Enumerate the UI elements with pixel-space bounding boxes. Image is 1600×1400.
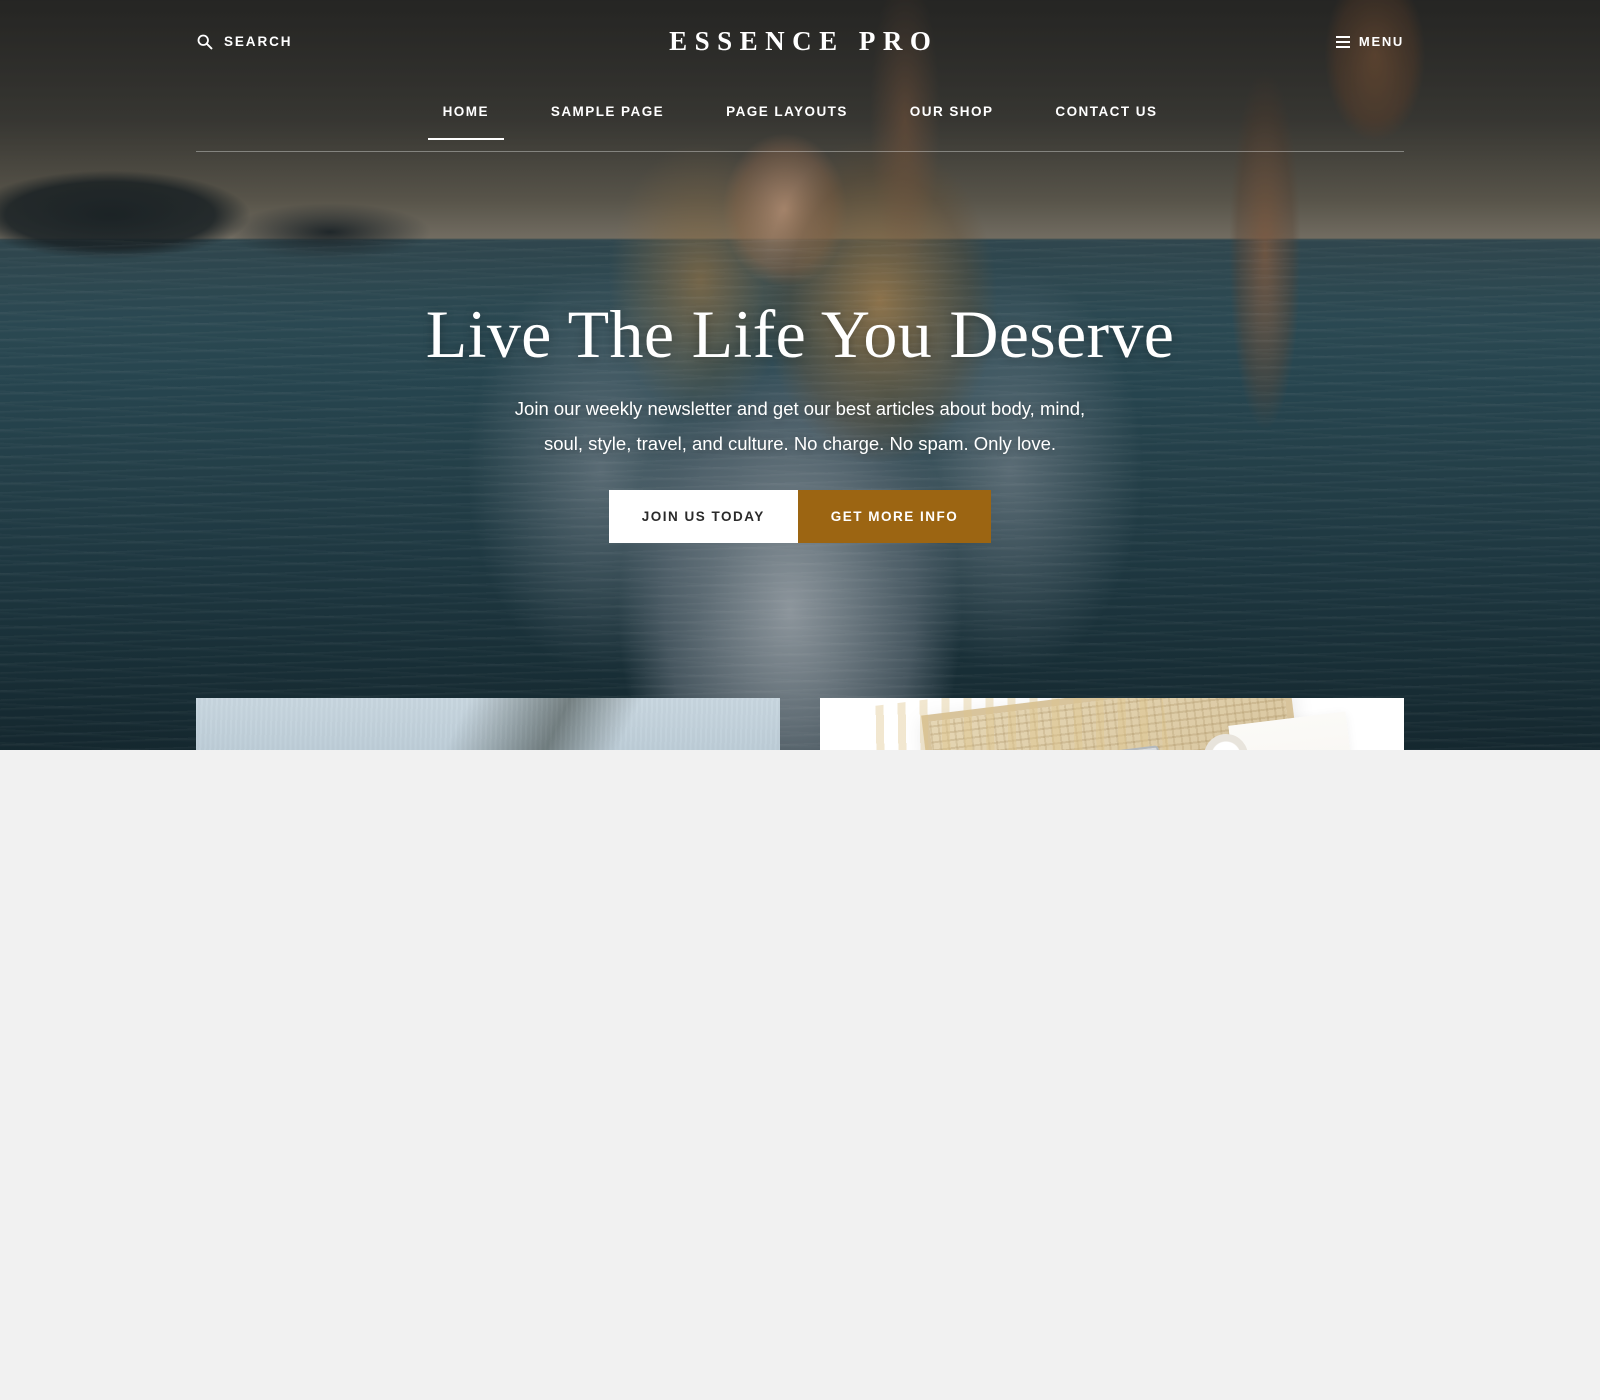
laptop-scene [820, 698, 1404, 750]
post-featured-image[interactable] [820, 698, 1404, 750]
hamburger-icon [1335, 35, 1350, 48]
join-us-today-button[interactable]: JOIN US TODAY [608, 489, 798, 543]
hero-headline: Live The Life You Deserve [425, 296, 1175, 372]
post-featured-image[interactable] [196, 698, 780, 750]
hero-cta-group: JOIN US TODAY GET MORE INFO [0, 489, 1600, 543]
site-header: SEARCH ESSENCE PRO MENU [0, 0, 1600, 88]
hero-content: Live The Life You Deserve Join our weekl… [0, 296, 1600, 543]
nav-item-sample-page[interactable]: SAMPLE PAGE [520, 96, 695, 139]
get-more-info-button[interactable]: GET MORE INFO [797, 489, 992, 543]
post-card[interactable]: Why Space and Tranquility Matter in Your… [196, 698, 780, 750]
nav-item-contact-us[interactable]: CONTACT US [1024, 96, 1188, 139]
menu-label: MENU [1358, 34, 1404, 49]
hero-subtitle: Join our weekly newsletter and get our b… [510, 392, 1090, 460]
nav-item-page-layouts[interactable]: PAGE LAYOUTS [695, 96, 879, 139]
striped-blanket [861, 698, 1199, 750]
hero-section: SEARCH ESSENCE PRO MENU HOME SAMPLE PAGE… [0, 0, 1600, 750]
post-card[interactable]: The Secret Method to Creating the Perfec… [820, 698, 1404, 750]
nav-item-our-shop[interactable]: OUR SHOP [879, 96, 1025, 139]
nav-item-home[interactable]: HOME [412, 96, 520, 140]
post-grid: Why Space and Tranquility Matter in Your… [196, 698, 1404, 750]
hero-subtitle-line-2: style, travel, and culture. No charge. N… [588, 432, 1057, 454]
primary-navigation: HOME SAMPLE PAGE PAGE LAYOUTS OUR SHOP C… [196, 96, 1404, 152]
menu-toggle[interactable]: MENU [1335, 34, 1404, 49]
